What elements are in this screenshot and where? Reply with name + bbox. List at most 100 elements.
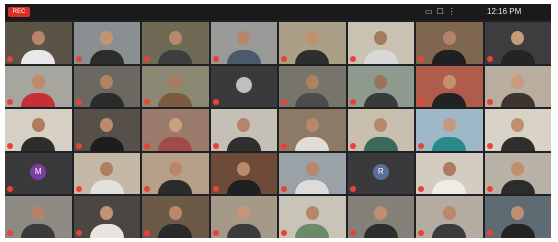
participant-tile[interactable] bbox=[142, 22, 209, 64]
participant-video-body bbox=[295, 223, 330, 238]
mic-muted-icon bbox=[212, 99, 219, 106]
more-icon[interactable]: ⋮ bbox=[448, 6, 456, 18]
mic-muted-icon bbox=[281, 99, 287, 106]
mic-muted-icon bbox=[486, 142, 493, 149]
participant-tile[interactable] bbox=[142, 109, 209, 151]
participant-tile[interactable] bbox=[73, 196, 140, 238]
participant-video-head bbox=[305, 118, 319, 133]
participant-video-body bbox=[21, 223, 56, 238]
participant-tile[interactable] bbox=[416, 22, 483, 64]
participant-tile[interactable] bbox=[142, 152, 209, 195]
participant-tile[interactable] bbox=[279, 152, 346, 195]
participant-tile[interactable] bbox=[210, 65, 277, 108]
participant-video-body bbox=[89, 93, 124, 108]
participant-tile[interactable] bbox=[142, 65, 209, 108]
mic-muted-icon bbox=[144, 142, 150, 149]
participant-tile[interactable] bbox=[5, 109, 72, 151]
participant-video-head bbox=[511, 31, 525, 46]
participant-video-head bbox=[442, 205, 456, 220]
participant-tile[interactable] bbox=[347, 196, 414, 238]
meeting-window: REC ▭ ☐ ⋮ 12:16 PM M R bbox=[5, 4, 551, 238]
participant-tile[interactable] bbox=[416, 196, 483, 238]
participant-video-head bbox=[374, 31, 388, 46]
participant-tile[interactable] bbox=[416, 109, 483, 151]
participant-video-head bbox=[511, 118, 525, 133]
participant-tile[interactable] bbox=[416, 65, 483, 108]
mic-muted-icon bbox=[486, 186, 493, 193]
mic-muted-icon bbox=[144, 55, 150, 62]
participant-video-body bbox=[500, 136, 535, 151]
participant-tile[interactable] bbox=[484, 196, 551, 238]
mic-muted-icon bbox=[418, 99, 424, 106]
participant-video-head bbox=[168, 31, 182, 46]
mic-muted-icon bbox=[212, 142, 219, 149]
participant-tile[interactable] bbox=[210, 22, 277, 64]
participant-tile[interactable] bbox=[5, 22, 72, 64]
participant-video-head bbox=[511, 205, 525, 220]
participant-tile[interactable] bbox=[279, 196, 346, 238]
participant-video-body bbox=[363, 49, 398, 64]
mic-muted-icon bbox=[281, 55, 287, 62]
participant-tile[interactable]: M bbox=[5, 152, 72, 195]
participant-video-head bbox=[511, 161, 525, 176]
participant-tile[interactable] bbox=[142, 196, 209, 238]
participant-tile[interactable] bbox=[73, 22, 140, 64]
participant-video-body bbox=[226, 136, 261, 151]
participant-tile[interactable] bbox=[210, 152, 277, 195]
present-icon[interactable]: ☐ bbox=[437, 6, 444, 18]
mic-muted-icon bbox=[281, 186, 287, 193]
participant-tile[interactable] bbox=[484, 65, 551, 108]
mic-muted-icon bbox=[418, 186, 424, 193]
participant-tile[interactable] bbox=[279, 22, 346, 64]
participant-tile[interactable] bbox=[73, 65, 140, 108]
participant-tile[interactable] bbox=[347, 22, 414, 64]
mic-muted-icon bbox=[349, 142, 356, 149]
mic-muted-icon bbox=[7, 229, 13, 236]
participant-tile[interactable] bbox=[210, 109, 277, 151]
participant-video-head bbox=[168, 74, 182, 89]
participant-video-head bbox=[374, 118, 388, 133]
participant-tile[interactable] bbox=[484, 109, 551, 151]
participant-video-head bbox=[237, 31, 251, 46]
participant-video-body bbox=[432, 136, 467, 151]
participant-tile[interactable]: R bbox=[347, 152, 414, 195]
mic-muted-icon bbox=[75, 142, 82, 149]
mic-muted-icon bbox=[144, 186, 150, 193]
participant-tile[interactable] bbox=[484, 22, 551, 64]
avatar: M bbox=[30, 164, 47, 181]
participant-video-head bbox=[100, 74, 114, 89]
participant-video-body bbox=[226, 180, 261, 195]
meeting-clock: 12:16 PM bbox=[487, 7, 522, 16]
participant-tile[interactable] bbox=[484, 152, 551, 195]
participant-video-head bbox=[305, 31, 319, 46]
participant-tile[interactable] bbox=[347, 109, 414, 151]
meeting-top-bar: REC ▭ ☐ ⋮ 12:16 PM bbox=[5, 4, 551, 20]
participant-video-head bbox=[100, 161, 114, 176]
participant-video-body bbox=[21, 93, 56, 108]
participant-video-body bbox=[89, 223, 124, 238]
participant-video-body bbox=[363, 93, 398, 108]
participant-video-body bbox=[500, 180, 535, 195]
participant-video-head bbox=[442, 74, 456, 89]
participant-tile[interactable] bbox=[5, 65, 72, 108]
mic-muted-icon bbox=[7, 186, 13, 193]
mic-muted-icon bbox=[349, 99, 356, 106]
participant-video-head bbox=[168, 205, 182, 220]
participant-video-head bbox=[442, 31, 456, 46]
participant-tile[interactable] bbox=[279, 65, 346, 108]
participant-tile[interactable] bbox=[210, 196, 277, 238]
participant-tile[interactable] bbox=[279, 109, 346, 151]
participant-tile[interactable] bbox=[73, 152, 140, 195]
participant-tile[interactable] bbox=[73, 109, 140, 151]
participant-video-body bbox=[158, 93, 193, 108]
mic-muted-icon bbox=[418, 229, 424, 236]
participant-video-head bbox=[100, 31, 114, 46]
participant-tile[interactable] bbox=[416, 152, 483, 195]
grid-view-icon[interactable]: ▭ bbox=[425, 6, 433, 18]
mic-muted-icon bbox=[281, 229, 287, 236]
participant-video-body bbox=[158, 223, 193, 238]
participant-tile[interactable] bbox=[5, 196, 72, 238]
participant-tile[interactable] bbox=[347, 65, 414, 108]
mic-muted-icon bbox=[75, 186, 82, 193]
mic-muted-icon bbox=[75, 99, 82, 106]
